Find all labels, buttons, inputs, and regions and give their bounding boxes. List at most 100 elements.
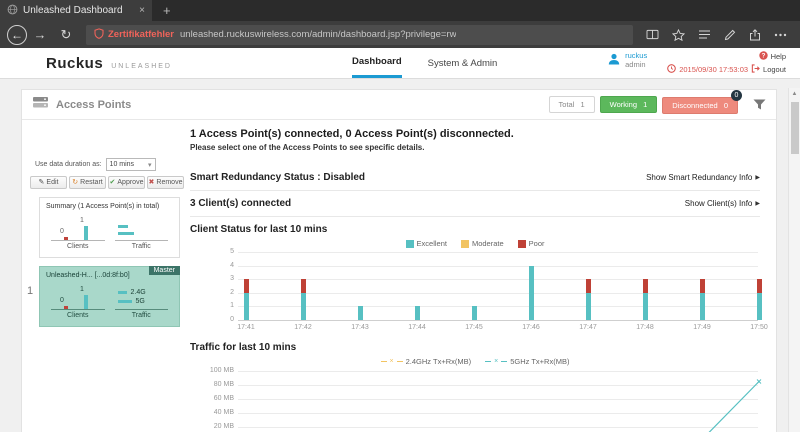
- approve-label: Approve: [117, 179, 144, 186]
- logout-link[interactable]: Logout: [763, 65, 786, 74]
- back-button[interactable]: ←: [7, 24, 27, 45]
- bar-segment: [300, 279, 306, 293]
- grid-line: [238, 279, 758, 281]
- url-text: unleashed.ruckuswireless.com/admin/dashb…: [180, 29, 457, 40]
- show-clients-link[interactable]: Show Client(s) Info ▶: [685, 199, 760, 208]
- mini-bar: [64, 237, 68, 240]
- restart-button[interactable]: ↻ Restart: [69, 176, 106, 189]
- summary-clients-mini: 0 1 Clients: [46, 217, 110, 250]
- grid-line: [238, 320, 758, 321]
- ap-sidebar: Use data duration as: 10 mins ▾ ✎ Edit ↻ R…: [22, 120, 190, 327]
- grid-line: [238, 292, 758, 294]
- certificate-warning[interactable]: Zertifikatfehler: [94, 27, 174, 42]
- y-axis-label: 1: [230, 302, 234, 310]
- filter-funnel-icon[interactable]: [753, 99, 766, 110]
- reading-view-icon[interactable]: [646, 29, 659, 40]
- mini-bar: [117, 291, 127, 294]
- mini-label: Clients: [67, 243, 89, 250]
- filter-working-label: Working: [609, 100, 638, 109]
- filter-disconnected[interactable]: Disconnected 0: [662, 97, 738, 114]
- y-axis-label: 2: [230, 288, 234, 296]
- tab-dashboard[interactable]: Dashboard: [352, 48, 402, 78]
- ap-filters: Total 1 Working 1 Disconnected 0 0: [548, 90, 766, 114]
- browser-tabstrip: Unleashed Dashboard × +: [0, 0, 800, 21]
- summary-card-title: Summary (1 Access Point(s) in total): [46, 203, 160, 210]
- forward-button[interactable]: →: [27, 27, 53, 42]
- refresh-button[interactable]: ↻: [53, 27, 79, 43]
- help-label: Help: [770, 52, 786, 61]
- legend-marker: ×: [494, 358, 499, 365]
- bar-segment: [528, 265, 534, 320]
- divider: [190, 216, 760, 217]
- mini-label: Traffic: [131, 312, 151, 319]
- tab-system-admin[interactable]: System & Admin: [428, 48, 498, 78]
- mini-bar: [117, 300, 132, 303]
- tab-close-icon[interactable]: ×: [139, 5, 145, 16]
- legend-line: [501, 361, 508, 362]
- remove-button[interactable]: ✖ Remove: [147, 176, 184, 189]
- scrollbar[interactable]: ▲: [788, 88, 800, 432]
- show-clients-label: Show Client(s) Info: [684, 199, 753, 208]
- tab-favicon-icon: [7, 2, 18, 20]
- web-note-icon[interactable]: [724, 29, 736, 41]
- page-title: Access Points: [56, 98, 132, 111]
- edit-button[interactable]: ✎ Edit: [30, 176, 67, 189]
- x-axis-label: 17:50: [750, 324, 768, 331]
- clients-connected-status: 3 Client(s) connected: [190, 198, 292, 209]
- remove-icon: ✖: [148, 179, 155, 186]
- band-5-label: 5G: [135, 298, 145, 305]
- legend-swatch: [405, 239, 414, 248]
- hub-icon[interactable]: [698, 29, 711, 40]
- address-bar[interactable]: Zertifikatfehler unleashed.ruckuswireles…: [86, 24, 633, 45]
- arrow-right-icon: ▶: [755, 201, 760, 207]
- logout-icon: [751, 64, 760, 75]
- ap-clients-mini: 0 1 Clients: [46, 286, 110, 319]
- mini-value: 1: [80, 286, 84, 293]
- legend-line: [396, 361, 403, 362]
- clock-icon: [667, 64, 677, 75]
- traffic-chart: 100 MB80 MB60 MB40 MB20 MB0 MB17:4117:42…: [190, 367, 762, 432]
- filter-working[interactable]: Working 1: [599, 96, 658, 113]
- help-icon: ?: [758, 51, 768, 62]
- show-smart-redundancy-link[interactable]: Show Smart Redundancy Info ▶: [646, 173, 760, 182]
- help-link[interactable]: ? Help: [758, 51, 786, 62]
- share-icon[interactable]: [749, 28, 761, 41]
- datetime: 2015/09/30 17:53:03: [679, 65, 749, 74]
- ap-clients-chart: 0 1: [51, 286, 105, 310]
- legend-swatch: [460, 239, 469, 248]
- mini-value: 0: [60, 297, 64, 304]
- tab-title: Unleashed Dashboard: [23, 5, 123, 16]
- legend-label: Moderate: [471, 239, 504, 248]
- card-header: Access Points Total 1 Working 1 Disconne…: [22, 90, 776, 120]
- y-axis-label: 5: [230, 248, 234, 255]
- scroll-up-arrow[interactable]: ▲: [789, 88, 800, 97]
- favorites-star-icon[interactable]: [672, 28, 685, 41]
- summary-clients-chart: 0 1: [51, 217, 105, 241]
- grid-line: [238, 252, 758, 253]
- more-menu-icon[interactable]: [774, 33, 787, 37]
- duration-select[interactable]: 10 mins ▾: [105, 158, 156, 171]
- ap-list-item[interactable]: Master Unleashed-H... [...0d:8f:b0] 0 1 …: [39, 266, 180, 327]
- filter-total-count: 1: [580, 100, 585, 109]
- approve-button[interactable]: ✔ Approve: [108, 176, 145, 189]
- client-status-legend: Excellent Moderate Poor: [190, 239, 760, 248]
- traffic-legend: × 2.4GHz Tx+Rx(MB) × 5GHz Tx+Rx(MB): [190, 357, 760, 366]
- ap-row-index: 1: [27, 285, 34, 297]
- filter-disconnected-count: 0: [723, 101, 728, 110]
- bar-segment: [357, 306, 363, 320]
- browser-tab[interactable]: Unleashed Dashboard ×: [0, 0, 152, 21]
- user-info[interactable]: ruckus admin: [607, 51, 647, 69]
- edit-icon: ✎: [38, 179, 45, 186]
- site-header: Ruckus UNLEASHED Dashboard System & Admi…: [0, 48, 800, 79]
- y-axis-label: 3: [230, 275, 234, 283]
- x-axis-label: 17:48: [636, 324, 654, 331]
- user-area: ruckus admin ? Help 2015/09/30 17:53:03 …: [607, 51, 786, 75]
- scroll-thumb[interactable]: [791, 102, 799, 154]
- new-tab-button[interactable]: +: [152, 1, 182, 21]
- legend-label: 2.4GHz Tx+Rx(MB): [405, 357, 472, 366]
- legend-label: 5GHz Tx+Rx(MB): [510, 357, 570, 366]
- summary-card[interactable]: Summary (1 Access Point(s) in total) 0 1…: [39, 197, 180, 258]
- user-avatar-icon: [607, 52, 621, 68]
- mini-bar: [64, 306, 68, 309]
- filter-total[interactable]: Total 1: [548, 96, 595, 113]
